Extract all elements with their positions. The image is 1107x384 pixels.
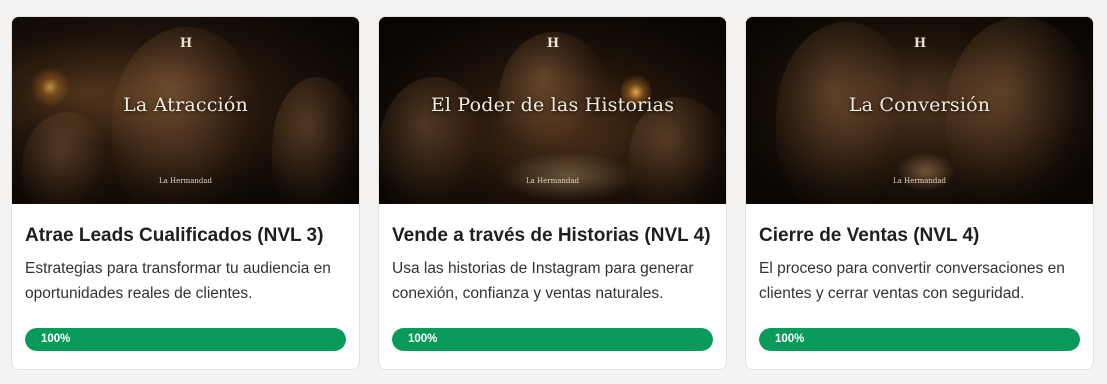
course-description: Usa las historias de Instagram para gene… bbox=[392, 260, 694, 302]
course-title[interactable]: Cierre de Ventas (NVL 4) bbox=[759, 224, 1080, 248]
progress-bar: 100% bbox=[25, 328, 346, 351]
thumbnail-title: La Atracción bbox=[123, 94, 248, 116]
course-card[interactable]: H El Poder de las Historias La Hermandad… bbox=[378, 16, 727, 370]
progress-fill: 100% bbox=[392, 328, 713, 351]
thumbnail-title: El Poder de las Historias bbox=[430, 94, 675, 116]
course-thumbnail[interactable]: H El Poder de las Historias La Hermandad bbox=[379, 17, 726, 204]
course-description: Estrategias para transformar tu audienci… bbox=[25, 260, 331, 302]
brand-logo: H bbox=[913, 36, 926, 51]
progress-bar: 100% bbox=[392, 328, 713, 351]
thumbnail-brand: La Hermandad bbox=[525, 177, 580, 185]
brand-logo: H bbox=[546, 36, 559, 51]
progress-bar: 100% bbox=[759, 328, 1080, 351]
course-description: El proceso para convertir conversaciones… bbox=[759, 260, 1065, 302]
course-thumbnail[interactable]: H La Conversión La Hermandad bbox=[746, 17, 1093, 204]
course-grid: H La Atracción La Hermandad Atrae Leads … bbox=[11, 16, 1094, 370]
course-title[interactable]: Atrae Leads Cualificados (NVL 3) bbox=[25, 224, 346, 248]
thumbnail-brand: La Hermandad bbox=[158, 177, 213, 185]
progress-fill: 100% bbox=[759, 328, 1080, 351]
course-title[interactable]: Vende a través de Historias (NVL 4) bbox=[392, 224, 713, 248]
progress-fill: 100% bbox=[25, 328, 346, 351]
thumbnail-brand: La Hermandad bbox=[892, 177, 947, 185]
course-thumbnail[interactable]: H La Atracción La Hermandad bbox=[12, 17, 359, 204]
course-card[interactable]: H La Atracción La Hermandad Atrae Leads … bbox=[11, 16, 360, 370]
thumbnail-title: La Conversión bbox=[848, 94, 991, 116]
brand-logo: H bbox=[179, 36, 192, 51]
course-card[interactable]: H La Conversión La Hermandad Cierre de V… bbox=[745, 16, 1094, 370]
